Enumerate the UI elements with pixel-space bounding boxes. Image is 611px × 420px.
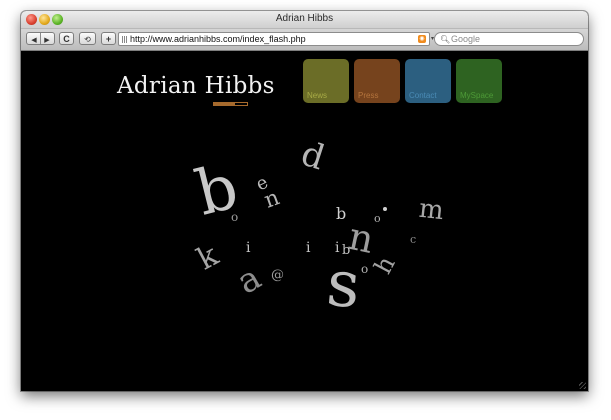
nav-tile-label: MySpace	[460, 91, 494, 100]
resize-handle[interactable]	[579, 382, 586, 389]
nav-separator	[40, 33, 41, 44]
search-icon[interactable]: 🔍︎	[440, 34, 450, 45]
site-icon	[122, 36, 128, 43]
window-title: Adrian Hibbs	[275, 13, 334, 24]
floating-letter[interactable]: a	[230, 258, 268, 303]
floating-letter[interactable]: k	[192, 238, 224, 277]
address-bar[interactable]: http://www.adrianhibbs.com/index_flash.p…	[118, 32, 430, 46]
floating-letter[interactable]: o	[361, 263, 368, 275]
floating-letter[interactable]: d	[296, 134, 329, 179]
loading-bar	[213, 102, 248, 106]
floating-letter[interactable]: h	[369, 252, 401, 279]
floating-letter[interactable]: i	[246, 241, 250, 255]
rss-icon[interactable]: ◉	[418, 35, 426, 43]
search-placeholder: Google	[451, 34, 481, 44]
reload-button[interactable]: C	[59, 32, 74, 45]
floating-letter[interactable]: e	[253, 172, 272, 196]
nav-tile-label: Press	[358, 91, 379, 100]
nav-tile-contact[interactable]: Contact	[405, 59, 451, 103]
browser-toolbar: ◀ ▶ C ⟲ + http://www.adrianhibbs.com/inde…	[21, 29, 588, 51]
nav-tile-news[interactable]: News	[303, 59, 349, 103]
nav-tile-label: News	[307, 91, 328, 100]
back-forward-group: ◀ ▶	[26, 32, 55, 45]
address-text[interactable]: http://www.adrianhibbs.com/index_flash.p…	[130, 33, 306, 45]
nav-tile-label: Contact	[409, 91, 437, 100]
flash-content: Adrian Hibbs News Press Contact MySpace …	[21, 51, 588, 391]
back-button[interactable]: ◀	[28, 34, 41, 47]
forward-button[interactable]: ▶	[41, 34, 54, 47]
browser-window: Adrian Hibbs ◀ ▶ C ⟲ + http://www.adrianh…	[21, 11, 588, 391]
add-bookmark-button[interactable]: +	[101, 32, 116, 45]
floating-letter[interactable]: c	[410, 234, 416, 245]
floating-letter[interactable]: i	[306, 241, 310, 255]
floating-letter[interactable]: @	[271, 269, 284, 282]
title-bar: Adrian Hibbs	[21, 11, 588, 29]
floating-letter[interactable]: b	[336, 206, 346, 222]
search-field[interactable]: 🔍︎ Google	[434, 32, 584, 46]
floating-dot	[383, 207, 387, 211]
floating-letter[interactable]: m	[417, 194, 445, 226]
floating-letter[interactable]: o	[231, 211, 238, 223]
snapback-button[interactable]: ⟲	[79, 32, 96, 45]
nav-tile-myspace[interactable]: MySpace	[456, 59, 502, 103]
loading-bar-fill	[214, 103, 236, 105]
floating-letter[interactable]: s	[324, 247, 363, 324]
site-logo[interactable]: Adrian Hibbs	[117, 73, 275, 99]
nav-tile-press[interactable]: Press	[354, 59, 400, 103]
